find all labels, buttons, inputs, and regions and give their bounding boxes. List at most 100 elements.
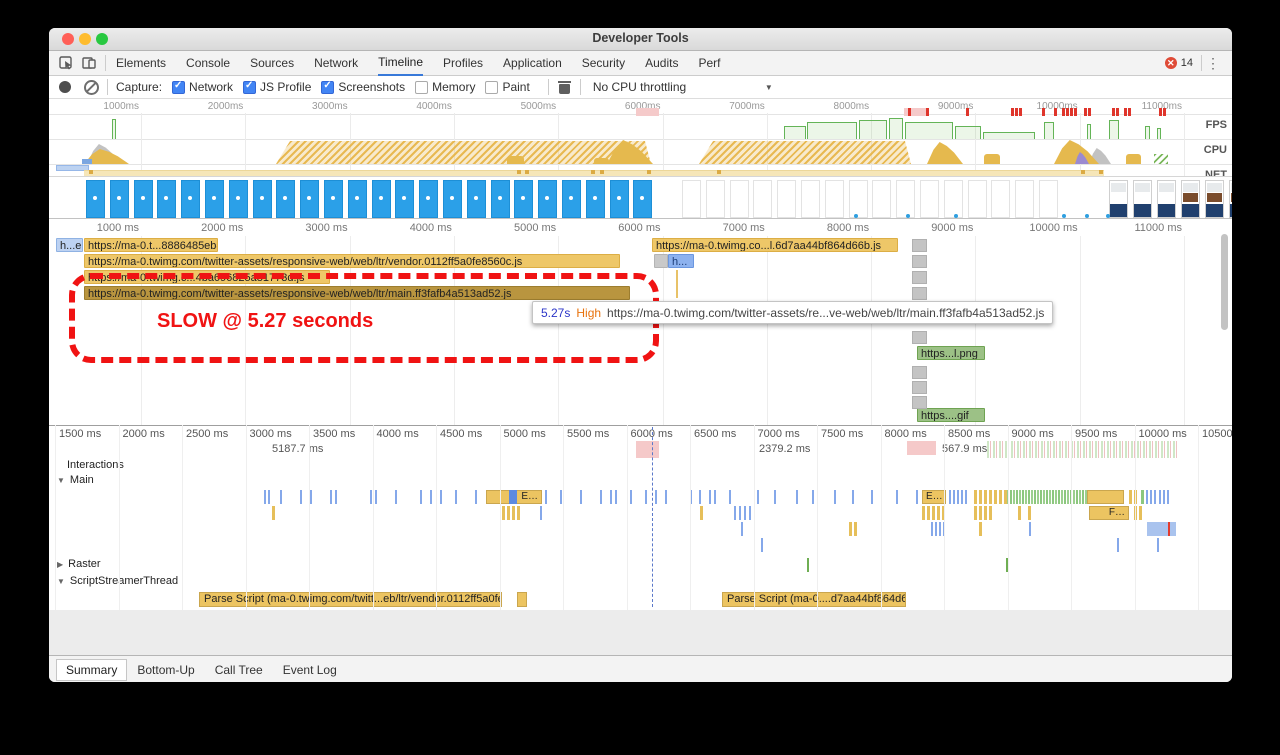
filmstrip-thumbnail[interactable] [1205,180,1224,218]
flame-event[interactable] [475,490,477,504]
filmstrip-thumbnail[interactable] [395,180,415,218]
capture-option-memory[interactable]: Memory [415,80,475,94]
flame-event[interactable] [545,490,547,504]
flame-event[interactable] [761,538,763,552]
filmstrip-thumbnail[interactable] [967,180,987,218]
filmstrip-thumbnail[interactable] [490,180,510,218]
raster-header[interactable]: ▶ Raster [57,558,101,570]
flame-event[interactable] [812,490,814,504]
tab-audits[interactable]: Audits [645,52,678,75]
flame-event[interactable] [729,490,731,504]
flame-event[interactable] [272,506,275,520]
flame-event[interactable] [937,506,940,520]
flame-event[interactable] [1159,490,1161,504]
flame-event[interactable] [852,490,854,504]
filmstrip-thumbnail[interactable] [682,180,701,218]
flame-event[interactable] [310,490,312,504]
clear-recording-icon[interactable] [84,79,99,95]
flame-event[interactable] [420,490,422,504]
devtools-menu-icon[interactable]: ⋮ [1201,55,1224,71]
filmstrip-thumbnail[interactable] [228,180,248,218]
checkbox-checked[interactable] [243,80,257,94]
flame-event[interactable] [1129,490,1132,504]
flame-event[interactable] [430,490,432,504]
filmstrip-thumbnail[interactable] [514,180,534,218]
tab-console[interactable]: Console [186,52,230,75]
inspect-element-icon[interactable] [59,56,74,70]
flame-event[interactable] [834,490,836,504]
flame-event[interactable] [645,490,647,504]
flame-event[interactable] [849,522,852,536]
timeline-overview[interactable]: 1000ms 2000ms 3000ms 4000ms 5000ms 6000ms 7000… [49,99,1232,176]
filmstrip-thumbnail[interactable] [419,180,439,218]
filmstrip-thumbnail[interactable] [633,180,653,218]
filmstrip-thumbnail[interactable] [1109,180,1128,218]
filmstrip-thumbnail[interactable] [1229,180,1232,218]
flame-event[interactable] [949,490,951,504]
filmstrip-thumbnail[interactable] [86,180,105,218]
tab-security[interactable]: Security [582,52,625,75]
flame-event[interactable] [1117,538,1119,552]
flame-event[interactable] [939,522,941,536]
flame-event[interactable] [974,506,977,520]
flame-event[interactable] [796,490,798,504]
filmstrip-thumbnail[interactable] [777,180,797,218]
flame-event[interactable] [927,506,930,520]
checkbox-unchecked[interactable] [415,80,429,94]
flame-event[interactable] [974,490,977,504]
filmstrip-thumbnail[interactable] [729,180,749,218]
flame-event[interactable] [580,490,582,504]
flame-event[interactable] [1139,506,1142,520]
tab-elements[interactable]: Elements [116,52,166,75]
filmstrip-thumbnail[interactable] [443,180,462,218]
details-tab-event-log[interactable]: Event Log [283,663,337,677]
flame-event[interactable] [610,490,612,504]
flame-event[interactable] [994,490,997,504]
capture-option-paint[interactable]: Paint [485,80,530,94]
flame-event[interactable] [871,490,873,504]
flame-event[interactable] [280,490,282,504]
flame-event[interactable] [700,506,703,520]
filmstrip-thumbnail[interactable] [943,180,963,218]
details-tab-call-tree[interactable]: Call Tree [215,663,263,677]
checkbox-checked[interactable] [321,80,335,94]
flame-event[interactable] [744,506,746,520]
capture-option-js-profile[interactable]: JS Profile [243,80,311,94]
flame-event[interactable] [965,490,967,504]
tab-timeline[interactable]: Timeline [378,51,424,76]
filmstrip-thumbnail[interactable] [347,180,367,218]
filmstrip-thumbnail[interactable] [609,180,629,218]
parse-script-bar[interactable]: Parse Script (ma-0.twimg.com/twitt...eb/… [199,592,502,607]
flame-event[interactable] [560,490,562,504]
filmstrip-thumbnail[interactable] [1015,180,1035,218]
flame-event[interactable] [300,490,302,504]
filmstrip-thumbnail[interactable] [872,180,892,218]
filmstrip-thumbnail[interactable] [1039,180,1058,218]
filmstrip-thumbnail[interactable] [848,180,868,218]
filmstrip-thumbnail[interactable] [276,180,296,218]
flame-event[interactable] [699,490,701,504]
network-request-bar[interactable]: https....gif [917,408,985,422]
parse-script-bar[interactable] [517,592,527,607]
filmstrip-thumbnail[interactable] [181,180,201,218]
flame-event[interactable] [999,490,1002,504]
record-button[interactable] [59,81,71,93]
flame-event[interactable] [1141,490,1144,504]
filmstrip-thumbnail[interactable] [252,180,272,218]
garbage-collect-icon[interactable] [557,80,571,94]
flame-event[interactable] [615,490,617,504]
details-tab-summary[interactable]: Summary [56,658,128,681]
flame-event[interactable] [1157,538,1159,552]
filmstrip-thumbnail[interactable] [1133,180,1152,218]
tab-profiles[interactable]: Profiles [443,52,483,75]
flame-event[interactable] [989,506,992,520]
flame-event[interactable] [709,490,711,504]
flame-event[interactable] [375,490,377,504]
details-tab-bottom-up[interactable]: Bottom-Up [137,663,194,677]
flame-event[interactable] [600,490,602,504]
flame-event[interactable] [979,522,982,536]
flame-event[interactable] [922,506,925,520]
checkbox-unchecked[interactable] [485,80,499,94]
network-request-bar[interactable]: https://ma-0.t...8886485eb8.js [84,238,218,252]
flame-script-block[interactable] [1087,490,1124,504]
